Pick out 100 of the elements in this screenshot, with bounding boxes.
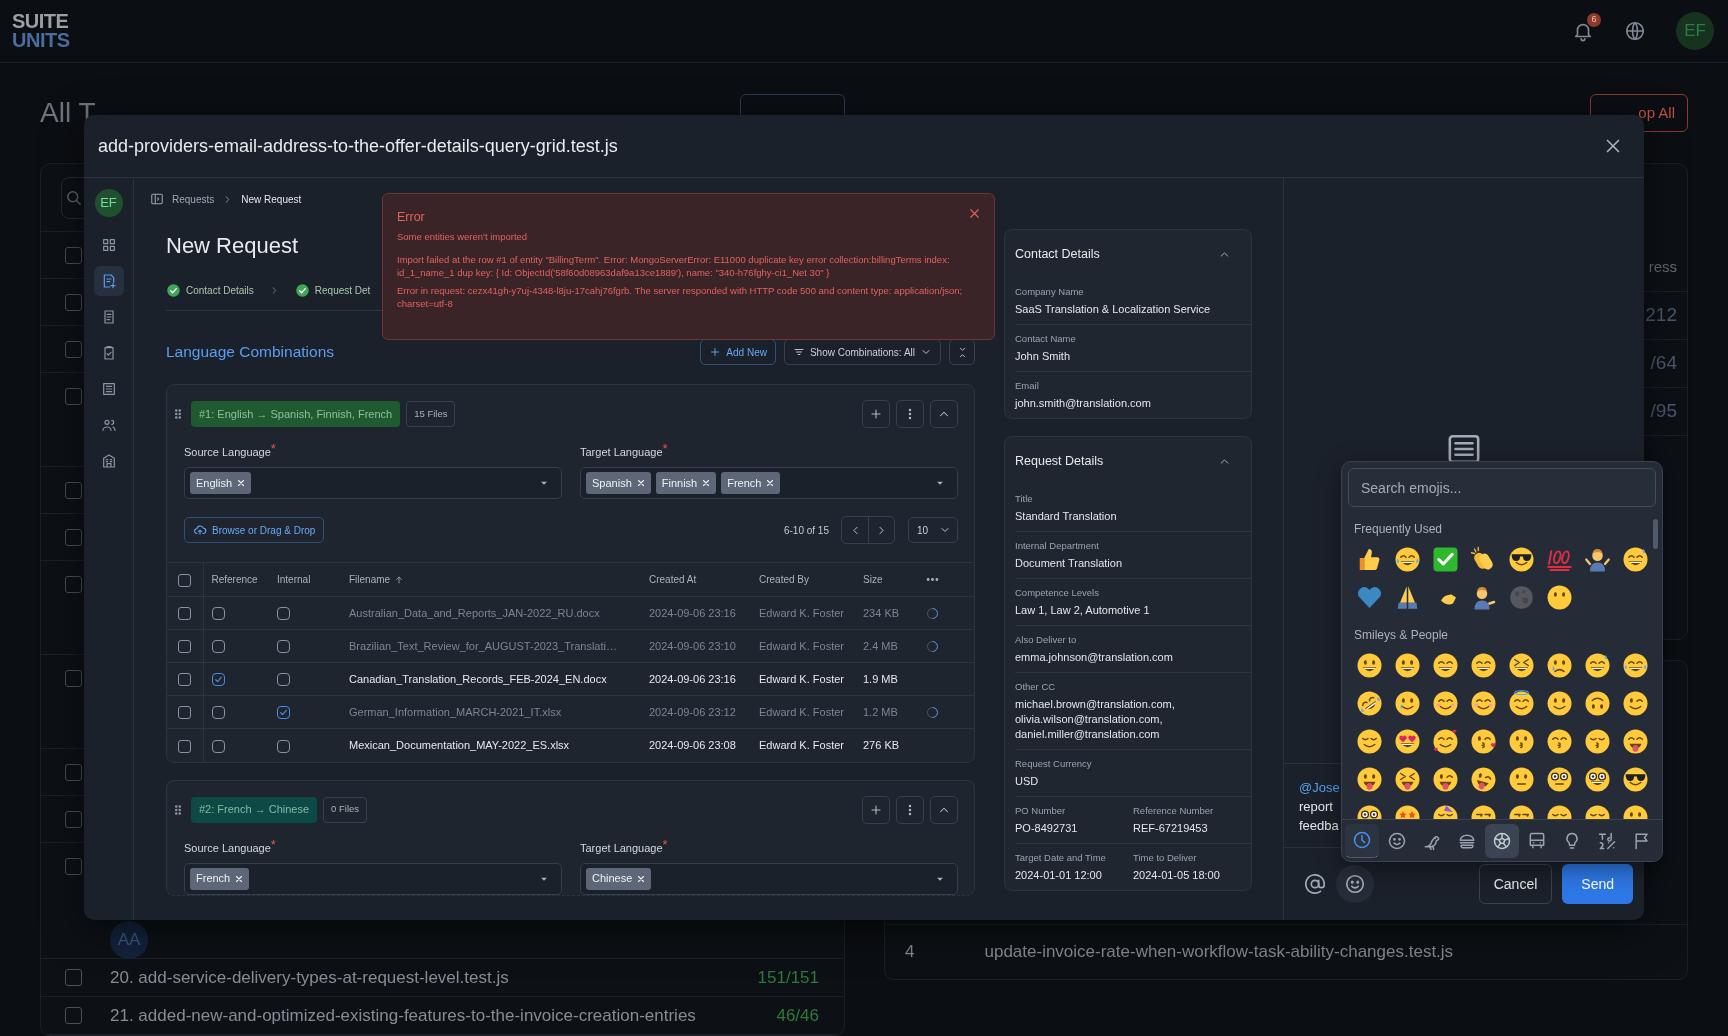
source-language-select[interactable]: English: [184, 467, 562, 499]
target-language-select[interactable]: Chinese: [580, 862, 958, 895]
checkbox[interactable]: [65, 1007, 82, 1024]
language-tag[interactable]: French: [721, 472, 781, 494]
smiley-icon[interactable]: [1469, 765, 1497, 793]
remove-icon[interactable]: [234, 873, 245, 884]
add-button[interactable]: [862, 400, 890, 428]
checkbox[interactable]: [65, 764, 82, 781]
smiley-icon[interactable]: [1621, 765, 1649, 793]
checkbox[interactable]: [178, 607, 192, 621]
globe-icon[interactable]: [1624, 20, 1646, 42]
smiley-icon[interactable]: [1621, 545, 1649, 573]
smiley-icon[interactable]: [1583, 651, 1611, 679]
column-header[interactable]: Filename: [349, 572, 405, 587]
smiley-icon[interactable]: [1393, 765, 1421, 793]
remove-icon[interactable]: [236, 478, 247, 488]
smiley-icon[interactable]: [1621, 651, 1649, 679]
step-label[interactable]: Contact Details: [186, 282, 254, 298]
smiley-icon[interactable]: [1583, 689, 1611, 717]
smiley-icon[interactable]: [1431, 765, 1459, 793]
checkbox[interactable]: [65, 341, 82, 358]
smiley-icon[interactable]: [1545, 689, 1573, 717]
mention-link[interactable]: @Jose: [1299, 778, 1340, 797]
smiley-icon[interactable]: [1393, 545, 1421, 573]
checkbox[interactable]: [65, 529, 82, 546]
target-language-select[interactable]: Spanish Finnish French: [580, 467, 958, 499]
smiley-icon[interactable]: [1507, 765, 1535, 793]
smiley-icon[interactable]: [1355, 765, 1383, 793]
checkbox[interactable]: [178, 640, 192, 654]
smiley-icon[interactable]: [1431, 727, 1459, 755]
scrollbar-thumb[interactable]: [1653, 519, 1658, 549]
sidebar-toggle-icon[interactable]: [150, 192, 164, 206]
test-name[interactable]: 20. add-service-delivery-types-at-request-level.test.js: [110, 967, 509, 988]
smiley-icon[interactable]: [1393, 727, 1421, 755]
checkbox[interactable]: [178, 673, 192, 687]
checkbox[interactable]: [211, 739, 225, 753]
checkbox[interactable]: [211, 706, 225, 720]
remove-icon[interactable]: [701, 478, 712, 488]
smiley-icon[interactable]: [1507, 689, 1535, 717]
smiley-icon[interactable]: [1507, 545, 1535, 573]
smiley-icon[interactable]: [1545, 765, 1573, 793]
checkbox[interactable]: [65, 969, 82, 986]
checkbox[interactable]: [178, 739, 192, 753]
column-header[interactable]: Created At: [649, 572, 697, 587]
checkbox[interactable]: [277, 640, 290, 654]
column-header[interactable]: Size: [863, 572, 883, 587]
add-button[interactable]: [862, 795, 890, 824]
remove-icon[interactable]: [636, 873, 647, 884]
checkbox[interactable]: [277, 706, 290, 720]
column-header[interactable]: Reference: [211, 572, 258, 587]
at-sign-icon[interactable]: [1304, 873, 1326, 895]
smiley-icon[interactable]: [1621, 689, 1649, 717]
send-button[interactable]: Send: [1562, 864, 1633, 904]
language-tag[interactable]: Finnish: [655, 472, 717, 494]
smiley-icon[interactable]: [1621, 727, 1649, 755]
cancel-button[interactable]: Cancel: [1478, 864, 1553, 904]
search-field[interactable]: Search emojis...: [1348, 468, 1656, 507]
checkbox[interactable]: [65, 247, 82, 264]
page-size-select[interactable]: 10: [908, 517, 958, 543]
checkbox[interactable]: [277, 607, 290, 621]
smiley-icon[interactable]: [1545, 727, 1573, 755]
category-tab[interactable]: [1485, 823, 1519, 858]
checkbox[interactable]: [65, 811, 82, 828]
smiley-icon[interactable]: [1469, 727, 1497, 755]
step-label[interactable]: Request Det: [314, 282, 371, 298]
breadcrumb-link[interactable]: Requests: [172, 191, 215, 207]
checkbox[interactable]: [65, 576, 82, 593]
user-avatar[interactable]: EF: [94, 189, 123, 217]
column-header[interactable]: Internal: [277, 572, 311, 587]
checkbox[interactable]: [65, 670, 82, 687]
checkbox[interactable]: [65, 482, 82, 499]
checkbox[interactable]: [211, 640, 225, 654]
checkbox[interactable]: [277, 673, 290, 687]
checkbox[interactable]: [178, 706, 192, 720]
smiley-icon[interactable]: [1393, 651, 1421, 679]
smiley-icon[interactable]: [1355, 689, 1383, 717]
checkbox[interactable]: [211, 607, 225, 621]
checkbox[interactable]: [65, 858, 82, 875]
upload-button[interactable]: Browse or Drag & Drop: [184, 517, 325, 543]
checkbox[interactable]: [277, 739, 290, 753]
smiley-icon[interactable]: [1355, 727, 1383, 755]
smiley-icon[interactable]: [1393, 689, 1421, 717]
checkbox[interactable]: [178, 573, 192, 587]
language-tag[interactable]: English: [190, 472, 252, 494]
smiley-icon[interactable]: [1507, 651, 1535, 679]
language-tag[interactable]: Chinese: [586, 867, 652, 890]
smiley-icon[interactable]: [1469, 651, 1497, 679]
source-language-select[interactable]: French: [184, 862, 562, 895]
checkbox[interactable]: [65, 388, 82, 405]
smiley-icon[interactable]: [1431, 651, 1459, 679]
column-header[interactable]: Created By: [759, 572, 810, 587]
smiley-icon[interactable]: [1431, 689, 1459, 717]
language-tag[interactable]: French: [190, 867, 250, 890]
smiley-icon[interactable]: [1507, 727, 1535, 755]
smiley-icon[interactable]: [1355, 651, 1383, 679]
sidebar-item[interactable]: [93, 266, 124, 296]
smiley-icon[interactable]: [1583, 765, 1611, 793]
smiley-icon[interactable]: [1469, 689, 1497, 717]
emoji-button[interactable]: [1336, 865, 1374, 903]
breadcrumb-link[interactable]: New Request: [241, 191, 302, 207]
